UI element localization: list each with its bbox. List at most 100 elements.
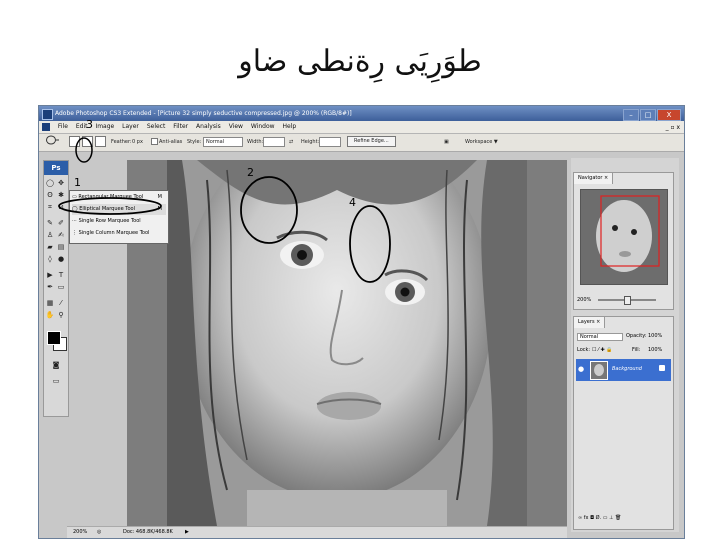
status-bar: 200% ◎ Doc: 468.8K/468.8K ▶ (67, 526, 567, 538)
history-brush-tool-icon[interactable]: ✍ (56, 231, 66, 240)
pen-tool-icon[interactable]: ✒ (45, 283, 55, 292)
ps-badge: Ps (44, 161, 68, 175)
layers-footer-icons[interactable]: ∞ fx ◘ Ø. ▭ ⊥ 🗑 (578, 515, 621, 521)
navigator-panel: Navigator × 200% (573, 172, 674, 310)
right-panel-dock: Navigator × 200% Layers × Normal Opacity… (571, 158, 679, 532)
menu-analysis[interactable]: Analysis (196, 121, 221, 133)
navigator-zoom-value[interactable]: 200% (577, 297, 591, 303)
flyout-single-column-marquee[interactable]: ⋮ Single Column Marquee Tool (72, 228, 166, 239)
photoshop-window: Adobe Photoshop CS3 Extended - [Picture … (38, 105, 685, 539)
magic-wand-tool-icon[interactable]: ✱ (56, 191, 66, 200)
quick-mask-icon[interactable]: ◙ (50, 361, 62, 372)
layers-tab[interactable]: Layers × (574, 317, 606, 328)
menu-view[interactable]: View (229, 121, 243, 133)
menu-select[interactable]: Select (147, 121, 166, 133)
brush-tool-icon[interactable]: ✐ (56, 219, 66, 228)
refine-edge-button[interactable]: Refine Edge... (347, 134, 396, 151)
layer-thumbnail (590, 361, 608, 380)
single-column-icon: ⋮ (72, 230, 79, 236)
gradient-tool-icon[interactable]: ▤ (56, 243, 66, 252)
marquee-tool-flyout: ▭ Rectangular Marquee Tool M ◯ Elliptical… (69, 190, 169, 244)
screen-mode-icon[interactable]: ▭ (50, 377, 62, 388)
blur-tool-icon[interactable]: ◊ (45, 255, 55, 264)
shape-tool-icon[interactable]: ▭ (56, 283, 66, 292)
toolbox: Ps ◯ ✥ ʘ ✱ ⌗ ⊿ ✎ ✐ ♙ ✍ ▰ ▤ ◊ ● ▶ T ✒ ▭ ▦… (43, 160, 69, 417)
zoom-slider-thumb[interactable] (624, 296, 631, 305)
eraser-tool-icon[interactable]: ▰ (45, 243, 55, 252)
feather-label: Feather: (111, 139, 132, 145)
flyout-rectangular-marquee[interactable]: ▭ Rectangular Marquee Tool M (72, 192, 166, 203)
minimize-button[interactable]: – (623, 109, 639, 121)
healing-brush-tool-icon[interactable]: ✎ (45, 219, 55, 228)
zoom-tool-icon[interactable]: ⚲ (56, 311, 66, 320)
close-button[interactable]: X (657, 109, 681, 121)
dodge-tool-icon[interactable]: ● (56, 255, 66, 264)
document-icon (42, 122, 50, 131)
status-info-icon[interactable]: ◎ (97, 527, 101, 538)
swap-icon[interactable]: ⇄ (289, 134, 293, 151)
notes-tool-icon[interactable]: ▦ (45, 299, 55, 308)
width-input[interactable] (263, 134, 285, 151)
bridge-icon[interactable]: ▣ (444, 134, 449, 151)
hand-tool-icon[interactable]: ✋ (45, 311, 55, 320)
antialias-label: Anti-alias (159, 139, 183, 145)
status-zoom[interactable]: 200% (73, 527, 87, 538)
portrait-photo (127, 160, 567, 526)
flyout-elliptical-marquee[interactable]: ◯ Elliptical Marquee Tool M (72, 204, 166, 215)
menu-file[interactable]: File (58, 121, 68, 133)
navigator-thumbnail[interactable] (580, 189, 668, 285)
ellipse-tool-preset-icon[interactable] (45, 134, 61, 154)
type-tool-icon[interactable]: T (56, 271, 66, 280)
annotation-number-3: 3 (86, 118, 93, 131)
slide-title: طوَرِيَى رِةنطى ضاو (238, 44, 482, 79)
menu-help[interactable]: Help (282, 121, 296, 133)
fill-value[interactable]: 100% (648, 347, 662, 353)
lock-icon (659, 365, 665, 371)
annotation-number-4: 4 (349, 196, 356, 209)
menu-image[interactable]: Image (95, 121, 114, 133)
status-arrow-icon[interactable]: ▶ (185, 527, 189, 538)
lock-icons[interactable]: ☐ ⁄ ✚ 🔒 (592, 347, 613, 353)
feather-value[interactable]: 0 px (132, 134, 143, 151)
blend-mode-select[interactable]: Normal (577, 333, 623, 341)
lasso-tool-icon[interactable]: ʘ (45, 191, 55, 200)
layer-background[interactable]: ● Background (576, 359, 671, 381)
layers-panel: Layers × Normal Opacity: 100% Lock: ☐ ⁄ … (573, 316, 674, 530)
selection-mode-add-icon[interactable] (82, 134, 93, 151)
navigator-preview (581, 190, 667, 284)
style-select[interactable]: Normal (203, 134, 243, 151)
single-row-icon: ⋯ (72, 218, 79, 224)
path-selection-tool-icon[interactable]: ▶ (45, 271, 55, 280)
annotation-number-2: 2 (247, 166, 254, 179)
slice-tool-icon[interactable]: ⊿ (56, 203, 66, 212)
document-window-controls[interactable]: _ ▫ x (666, 122, 680, 134)
flyout-single-row-marquee[interactable]: ⋯ Single Row Marquee Tool (72, 216, 166, 227)
navigator-tab[interactable]: Navigator × (574, 173, 614, 184)
eyedropper-tool-icon[interactable]: ⁄ (56, 299, 66, 308)
move-tool-icon[interactable]: ✥ (56, 179, 66, 188)
antialias-checkbox[interactable] (151, 134, 158, 151)
document-canvas[interactable] (127, 160, 567, 526)
height-input[interactable] (319, 134, 341, 151)
clone-stamp-tool-icon[interactable]: ♙ (45, 231, 55, 240)
fill-label: Fill: (632, 347, 641, 353)
photoshop-app-icon (42, 109, 53, 120)
menu-filter[interactable]: Filter (173, 121, 188, 133)
height-label: Height: (301, 139, 320, 145)
crop-tool-icon[interactable]: ⌗ (45, 203, 55, 212)
color-swatches-icon[interactable] (47, 331, 67, 351)
menu-window[interactable]: Window (251, 121, 275, 133)
selection-mode-subtract-icon[interactable] (95, 134, 106, 151)
opacity-value[interactable]: 100% (648, 333, 662, 339)
eye-icon[interactable]: ● (578, 365, 584, 373)
maximize-button[interactable]: □ (640, 109, 656, 121)
selection-mode-new-icon[interactable] (69, 134, 80, 151)
workspace-button[interactable]: Workspace ▼ (465, 134, 498, 151)
options-bar: Feather: 0 px Anti-alias Style: Normal W… (39, 134, 684, 152)
elliptical-marquee-tool-icon[interactable]: ◯ (45, 179, 55, 188)
status-doc-size: Doc: 468.8K/468.8K (123, 529, 173, 535)
title-bar: Adobe Photoshop CS3 Extended - [Picture … (39, 106, 684, 121)
menu-layer[interactable]: Layer (122, 121, 139, 133)
style-label: Style: (187, 139, 202, 145)
window-title: Adobe Photoshop CS3 Extended - [Picture … (55, 110, 352, 117)
